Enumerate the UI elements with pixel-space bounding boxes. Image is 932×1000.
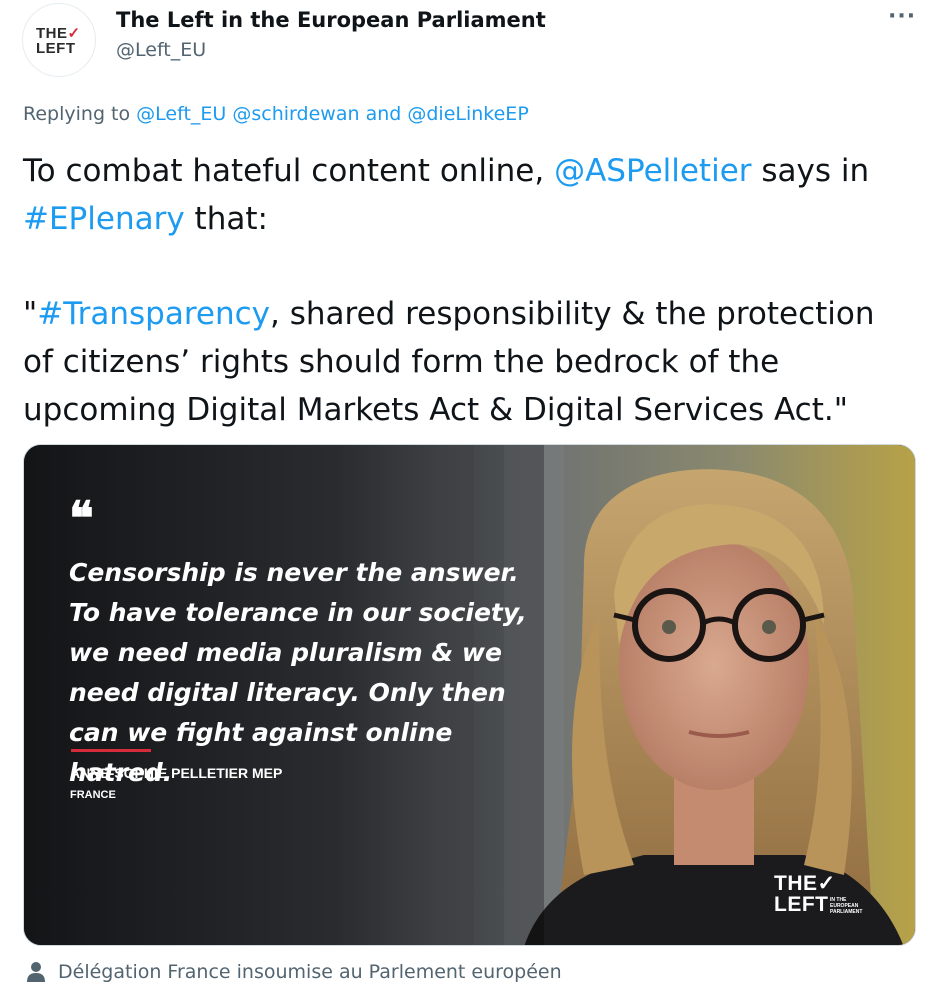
the-left-logo: THE✓ LEFT — [36, 25, 81, 57]
hashtag-transparency[interactable]: #Transparency — [37, 296, 270, 332]
tweet-header: THE✓ LEFT The Left in the European Parli… — [0, 0, 932, 90]
image-speaker-name: ANNE-SOPHIE PELLETIER MEP — [70, 765, 283, 781]
mention-aspelletier[interactable]: @ASPelletier — [554, 153, 751, 189]
red-underline — [71, 749, 151, 752]
quote-mark-icon: ❝ — [69, 491, 94, 545]
reply-mention-left-eu[interactable]: @Left_EU — [136, 103, 226, 125]
author-display-name[interactable]: The Left in the European Parliament — [116, 6, 546, 34]
image-credit-text[interactable]: Délégation France insoumise au Parlement… — [58, 958, 562, 986]
image-the-left-logo: THE✓ LEFT IN THE EUROPEAN PARLIAMENT — [774, 872, 863, 916]
reply-mention-schirdewan[interactable]: @schirdewan — [232, 103, 359, 125]
image-credit[interactable]: Délégation France insoumise au Parlement… — [25, 958, 562, 986]
replying-to-label: Replying to — [23, 103, 131, 125]
tweet-image[interactable]: ❝ Censorship is never the answer. To hav… — [23, 444, 916, 946]
reply-and[interactable]: and — [366, 103, 402, 125]
author-avatar[interactable]: THE✓ LEFT — [22, 3, 96, 77]
image-speaker-country: FRANCE — [70, 789, 116, 801]
replying-to: Replying to @Left_EU @schirdewan and @di… — [23, 100, 529, 128]
reply-mention-dielinkeep[interactable]: @dieLinkeEP — [407, 103, 528, 125]
tweet-paragraph-1: To combat hateful content online, @ASPel… — [23, 153, 870, 237]
hashtag-eplenary[interactable]: #EPlenary — [23, 201, 185, 237]
tweet-text: To combat hateful content online, @ASPel… — [23, 147, 913, 434]
person-icon — [27, 962, 45, 982]
more-options-icon[interactable]: ··· — [888, 6, 916, 28]
image-quote-text: Censorship is never the answer. To have … — [69, 558, 527, 787]
author-handle[interactable]: @Left_EU — [116, 37, 206, 63]
tweet-paragraph-2: "#Transparency, shared responsibility & … — [23, 296, 875, 428]
